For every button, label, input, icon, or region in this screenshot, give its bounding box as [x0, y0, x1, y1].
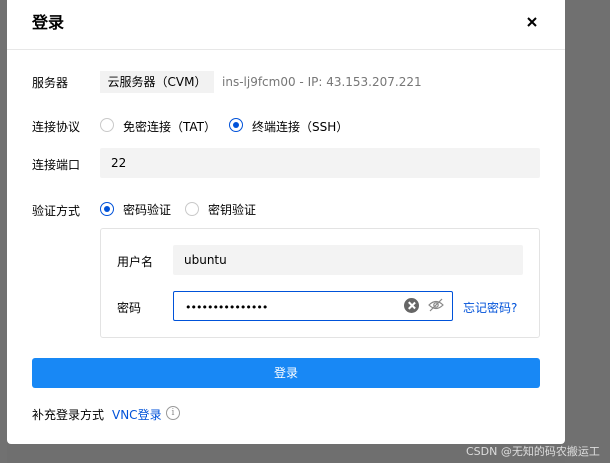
eye-hidden-icon[interactable] [428, 298, 444, 312]
server-info: ins-lj9fcm00 - IP: 43.153.207.221 [222, 75, 422, 89]
protocol-radio-ssh[interactable] [229, 118, 243, 132]
password-label: 密码 [117, 301, 142, 315]
password-value: ••••••••••••••• [185, 301, 268, 314]
overlay-left [0, 0, 7, 463]
server-type-tag: 云服务器（CVM） [100, 71, 214, 93]
server-label: 服务器 [32, 76, 69, 90]
login-button[interactable]: 登录 [32, 358, 540, 388]
watermark: CSDN @无知的码农搬运工 [466, 445, 600, 458]
auth-option-key[interactable]: 密钥验证 [208, 201, 256, 218]
alt-login-label: 补充登录方式 [32, 408, 105, 422]
protocol-option-ssh[interactable]: 终端连接（SSH） [252, 118, 348, 135]
dialog-title: 登录 [32, 13, 65, 32]
login-dialog: 登录 服务器 云服务器（CVM） ins-lj9fcm00 - IP: 43.1… [7, 0, 565, 444]
port-input[interactable]: 22 [100, 148, 540, 178]
info-icon[interactable]: i [166, 406, 180, 420]
close-icon[interactable] [524, 14, 540, 30]
clear-icon[interactable] [404, 298, 419, 313]
auth-label: 验证方式 [32, 204, 81, 218]
protocol-radio-tat[interactable] [100, 118, 114, 132]
username-input[interactable]: ubuntu [173, 245, 523, 275]
vnc-login-link[interactable]: VNC登录 [112, 406, 162, 423]
username-label: 用户名 [117, 255, 154, 269]
dialog-header: 登录 [7, 0, 565, 50]
auth-radio-password[interactable] [100, 202, 114, 216]
auth-option-password[interactable]: 密码验证 [123, 201, 171, 218]
port-label: 连接端口 [32, 158, 81, 172]
overlay-right [565, 0, 610, 463]
protocol-label: 连接协议 [32, 120, 81, 134]
forgot-password-link[interactable]: 忘记密码? [463, 299, 517, 316]
auth-radio-key[interactable] [185, 202, 199, 216]
protocol-option-tat[interactable]: 免密连接（TAT） [123, 118, 216, 135]
